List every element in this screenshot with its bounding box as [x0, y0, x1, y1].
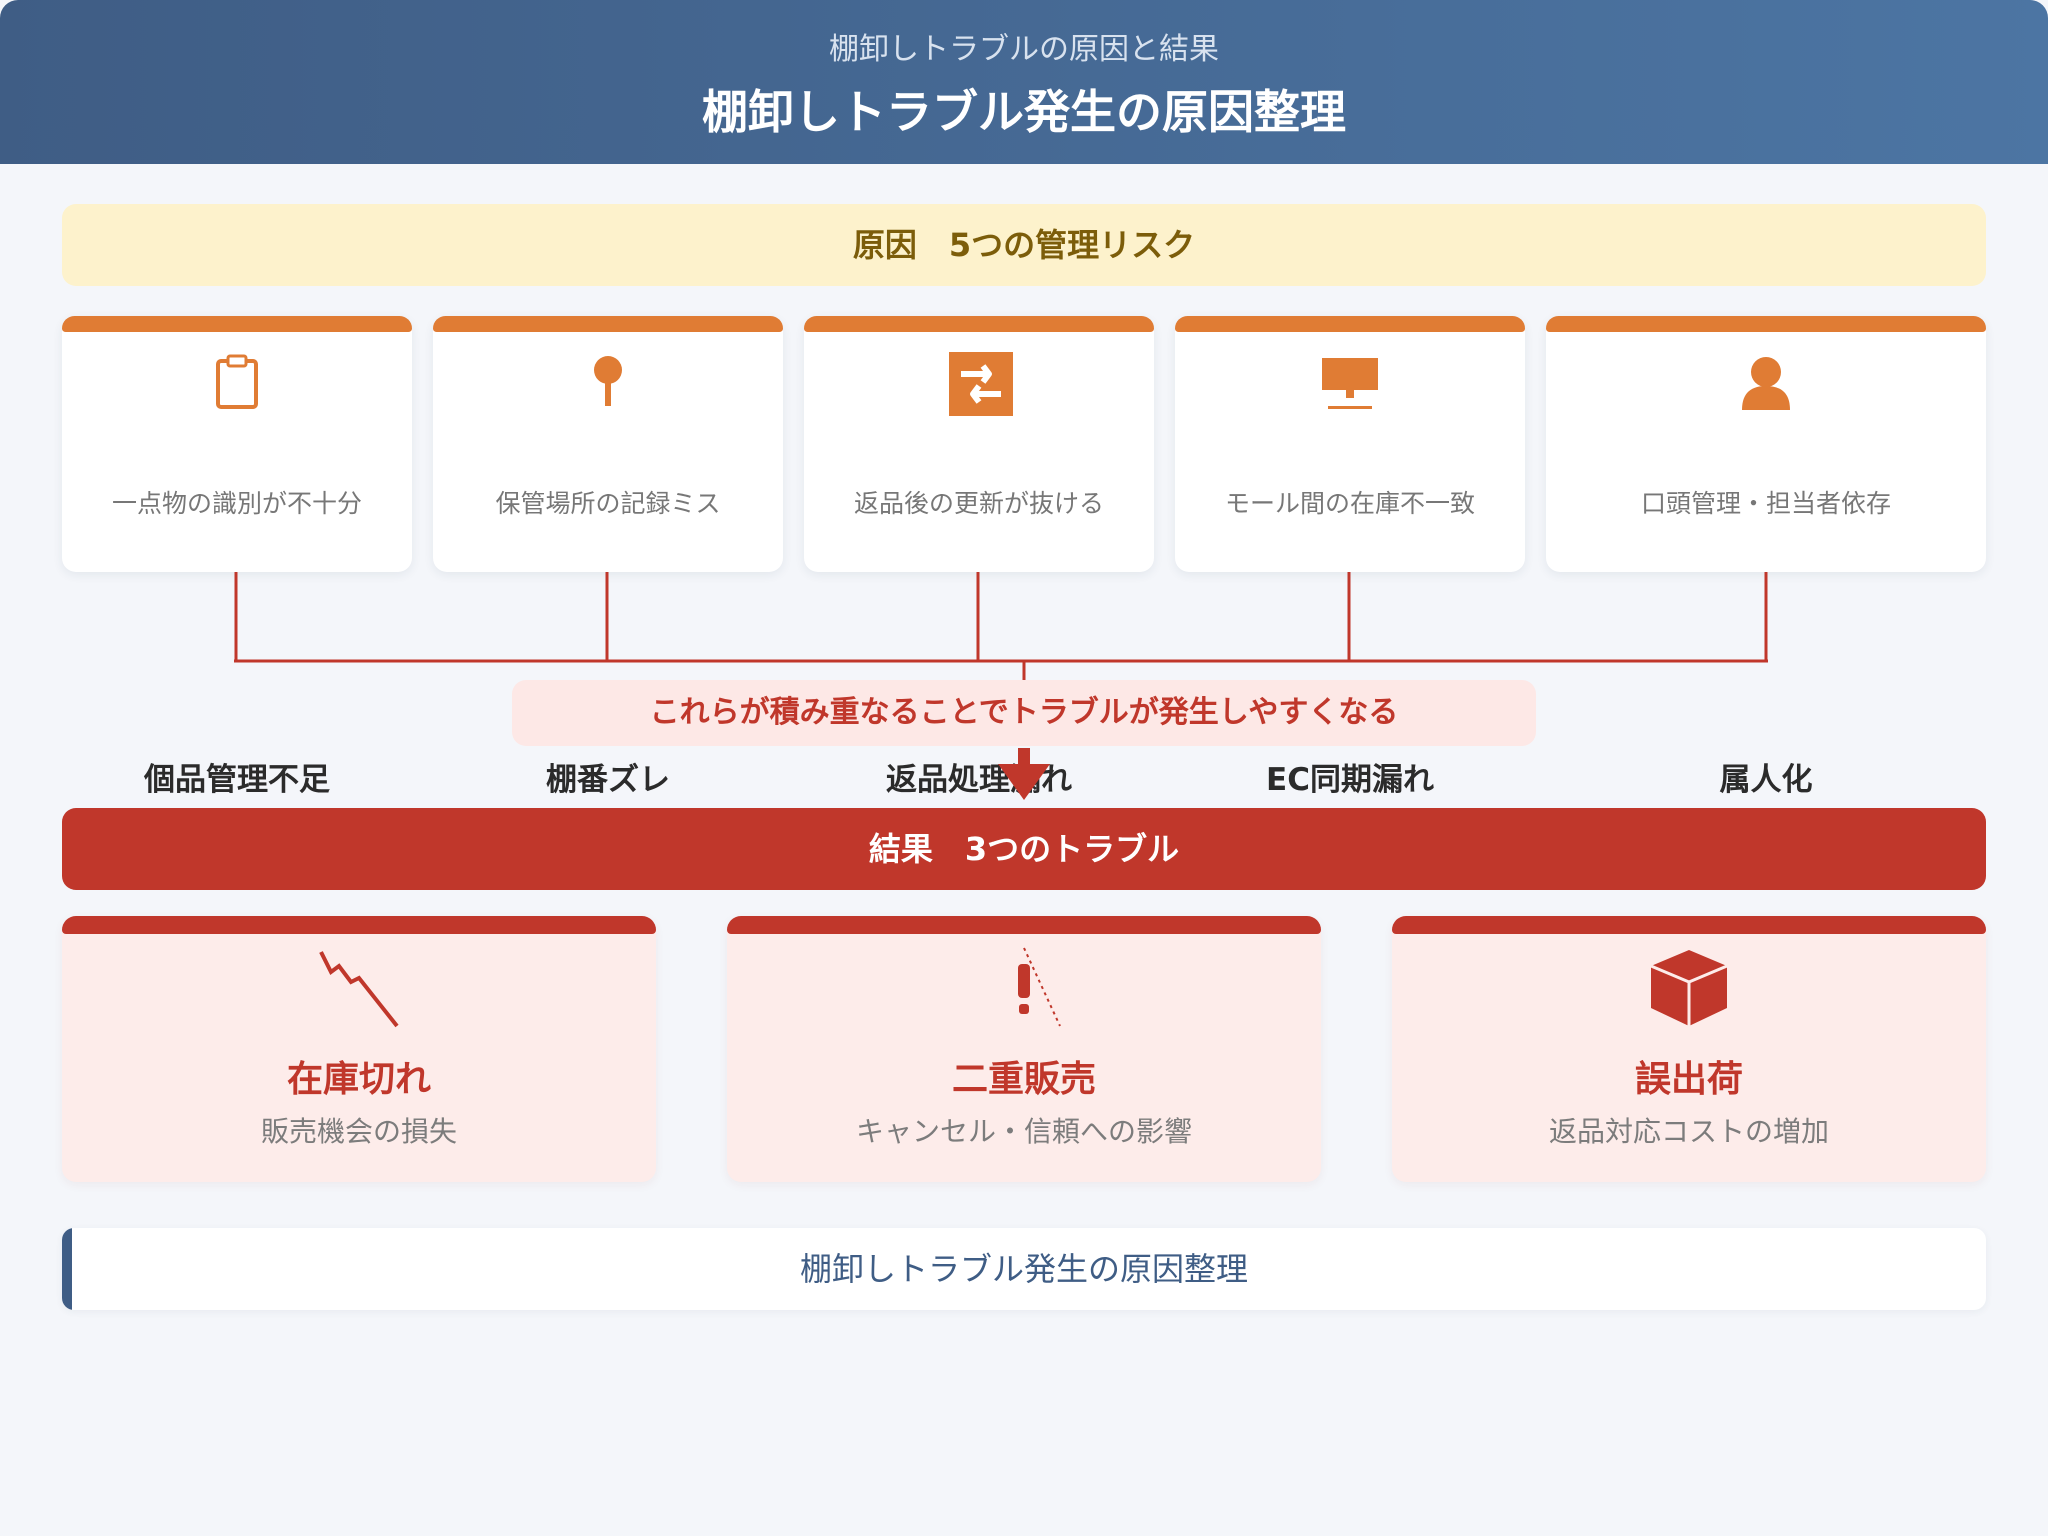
result-card-double-sale: 二重販売 キャンセル・信頼への影響	[727, 916, 1321, 1182]
result-card-bar	[1392, 916, 1986, 934]
down-arrow-shaft	[1018, 748, 1030, 766]
result-desc: 返品対応コストの増加	[1548, 1115, 1829, 1148]
footer-note: 棚卸しトラブル発生の原因整理	[62, 1228, 1986, 1310]
result-title: 在庫切れ	[286, 1059, 431, 1100]
result-card-bar	[727, 916, 1321, 934]
result-title: 二重販売	[951, 1059, 1096, 1100]
result-desc: キャンセル・信頼への影響	[855, 1115, 1192, 1148]
warning-icon	[982, 946, 1066, 1030]
result-card-stockout: 在庫切れ 販売機会の損失	[62, 916, 656, 1182]
result-desc: 販売機会の損失	[260, 1115, 457, 1148]
footer-note-text: 棚卸しトラブル発生の原因整理	[799, 1250, 1248, 1288]
result-banner: 結果 3つのトラブル	[62, 808, 1986, 890]
merge-note: これらが積み重なることでトラブルが発生しやすくなる	[512, 680, 1536, 746]
result-card-bar	[62, 916, 656, 934]
down-arrow-icon	[998, 764, 1050, 800]
falling-chart-icon	[317, 946, 401, 1030]
result-title: 誤出荷	[1634, 1059, 1743, 1100]
package-icon	[1647, 946, 1731, 1030]
result-card-misshipment: 誤出荷 返品対応コストの増加	[1392, 916, 1986, 1182]
